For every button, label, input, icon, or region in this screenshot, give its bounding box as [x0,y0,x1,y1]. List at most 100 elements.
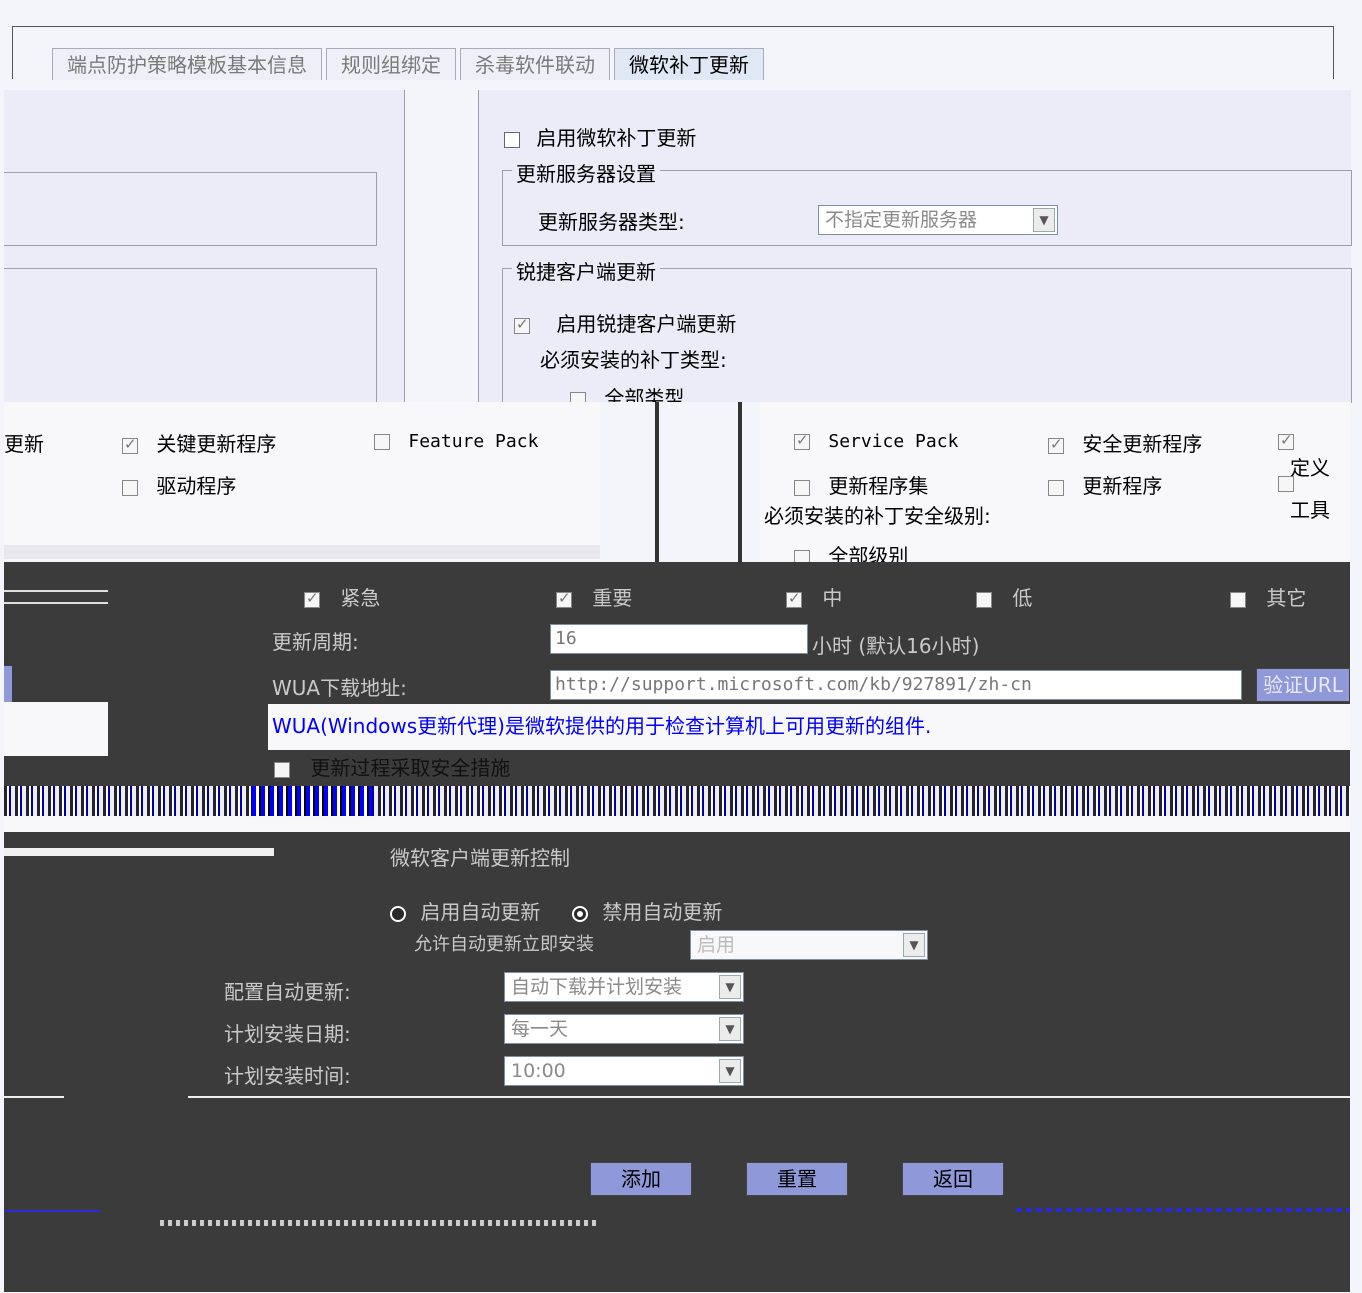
enable-ruijie-row[interactable]: 启用锐捷客户端更新 [514,308,736,337]
allow-install-select[interactable]: 启用 ▼ [690,930,928,960]
level-low-checkbox[interactable] [976,591,992,608]
level-important-checkbox[interactable] [556,589,572,608]
type-feature-pack-label: Feature Pack [408,431,539,452]
ms-client-legend: 微软客户端更新控制 [390,846,570,870]
level-critical-checkbox[interactable] [304,589,320,608]
tab-basic-info[interactable]: 端点防护策略模板基本信息 [52,48,322,80]
level-critical-row[interactable]: 紧急 [304,582,380,611]
enable-auto-update-label: 启用自动更新 [420,900,541,924]
level-other-label: 其它 [1266,586,1307,610]
chevron-down-icon[interactable]: ▼ [1033,208,1055,232]
type-driver-checkbox[interactable] [122,479,138,496]
chevron-down-icon[interactable]: ▼ [903,933,925,957]
server-type-label: 更新服务器类型: [538,210,685,234]
enable-ruijie-label: 启用锐捷客户端更新 [556,312,737,336]
level-critical-label: 紧急 [340,586,381,610]
disable-auto-update-row[interactable]: 禁用自动更新 [572,896,722,925]
server-type-select[interactable]: 不指定更新服务器 ▼ [818,205,1058,235]
type-service-pack-label: Service Pack [828,431,959,452]
install-time-select[interactable]: 10:00 ▼ [504,1056,744,1086]
tab-bar: 端点防护策略模板基本信息 规则组绑定 杀毒软件联动 微软补丁更新 [52,48,768,80]
config-auto-update-select[interactable]: 自动下载并计划安装 ▼ [504,972,744,1002]
ghost-blue-line-right [1016,1208,1350,1212]
level-other-checkbox[interactable] [1230,591,1246,608]
install-date-select[interactable]: 每一天 ▼ [504,1014,744,1044]
tab-rule-binding[interactable]: 规则组绑定 [326,48,456,80]
type-feature-pack-checkbox[interactable] [374,433,390,450]
patch-types-label: 必须安装的补丁类型: [540,348,727,372]
ghost-light-block [4,702,108,756]
add-button[interactable]: 添加 [590,1162,692,1196]
level-medium-checkbox[interactable] [786,589,802,608]
type-tools-checkbox[interactable] [1278,475,1294,492]
ghost-line-left [4,1096,64,1098]
type-tools-label: 工具 [1290,498,1330,522]
chevron-down-icon[interactable]: ▼ [719,975,741,999]
ghost-button-edge [4,666,12,702]
left-ghost-box-1 [4,172,377,246]
level-other-row[interactable]: 其它 [1230,582,1306,611]
type-critical-label: 关键更新程序 [156,432,277,456]
type-service-pack-row[interactable]: Service Pack [794,428,958,452]
type-tools-row[interactable]: 工具 [1278,470,1350,523]
type-security-label: 安全更新程序 [1082,432,1203,456]
ruijie-group-legend: 锐捷客户端更新 [512,256,660,285]
wua-label: WUA下载地址: [272,676,407,700]
types-left-strip [4,402,600,560]
glitch-noise-band [4,786,1350,816]
type-driver-row[interactable]: 驱动程序 [122,470,236,499]
reset-button[interactable]: 重置 [746,1162,848,1196]
enable-ruijie-checkbox[interactable] [514,315,530,334]
type-update-label: 更新 [4,432,44,456]
type-rollup-checkbox[interactable] [794,479,810,496]
glitch-bar-1 [655,402,659,562]
period-input[interactable]: 16 [550,624,808,654]
type-critical-checkbox[interactable] [122,435,138,454]
install-date-label: 计划安装日期: [224,1022,351,1046]
enable-ms-patch-row[interactable]: 启用微软补丁更新 [504,122,696,151]
allow-install-label: 允许自动更新立即安装 [414,934,594,955]
level-medium-row[interactable]: 中 [786,582,842,611]
level-important-label: 重要 [592,586,633,610]
type-rollup-row[interactable]: 更新程序集 [794,470,928,499]
enable-auto-update-radio[interactable] [390,905,406,922]
ghost-blue-line-left [4,1210,100,1212]
type-feature-pack-row[interactable]: Feature Pack [374,428,538,452]
type-security-checkbox[interactable] [1048,435,1064,454]
all-types-label: 全部类型 [604,386,685,402]
tab-antivirus[interactable]: 杀毒软件联动 [460,48,610,80]
wua-note: WUA(Windows更新代理)是微软提供的用于检查计算机上可用更新的组件. [272,714,932,738]
back-button[interactable]: 返回 [902,1162,1004,1196]
all-types-checkbox[interactable] [570,391,586,402]
all-types-row[interactable]: 全部类型 [570,382,684,402]
disable-auto-update-radio[interactable] [572,905,588,922]
server-type-value: 不指定更新服务器 [825,209,978,231]
chevron-down-icon[interactable]: ▼ [719,1059,741,1083]
type-updates-row[interactable]: 更新程序 [1048,470,1162,499]
enable-auto-update-row[interactable]: 启用自动更新 [390,896,540,925]
level-low-label: 低 [1012,586,1033,610]
level-important-row[interactable]: 重要 [556,582,632,611]
chevron-down-icon[interactable]: ▼ [719,1017,741,1041]
period-hint: 小时 (默认16小时) [812,634,980,658]
type-critical-row[interactable]: 关键更新程序 [122,428,276,457]
type-driver-label: 驱动程序 [156,474,237,498]
enable-ms-patch-checkbox[interactable] [504,131,520,148]
wua-url-input[interactable]: http://support.microsoft.com/kb/927891/z… [550,670,1242,700]
verify-url-button[interactable]: 验证URL [1256,668,1350,702]
safety-row[interactable]: 更新过程采取安全措施 [274,752,510,781]
type-definition-checkbox[interactable] [1278,431,1294,450]
type-security-row[interactable]: 安全更新程序 [1048,428,1202,457]
allow-install-value: 启用 [697,934,736,956]
server-group-legend: 更新服务器设置 [512,158,660,187]
tab-ms-patch[interactable]: 微软补丁更新 [614,48,764,80]
dark-ghost-lines [4,590,108,604]
type-updates-checkbox[interactable] [1048,479,1064,496]
type-rollup-label: 更新程序集 [828,474,929,498]
type-service-pack-checkbox[interactable] [794,431,810,450]
safety-checkbox[interactable] [274,761,290,778]
config-auto-update-label: 配置自动更新: [224,980,351,1004]
ghost-footer-text [160,1220,600,1226]
level-low-row[interactable]: 低 [976,582,1032,611]
ghost-line-right [188,1096,1350,1098]
